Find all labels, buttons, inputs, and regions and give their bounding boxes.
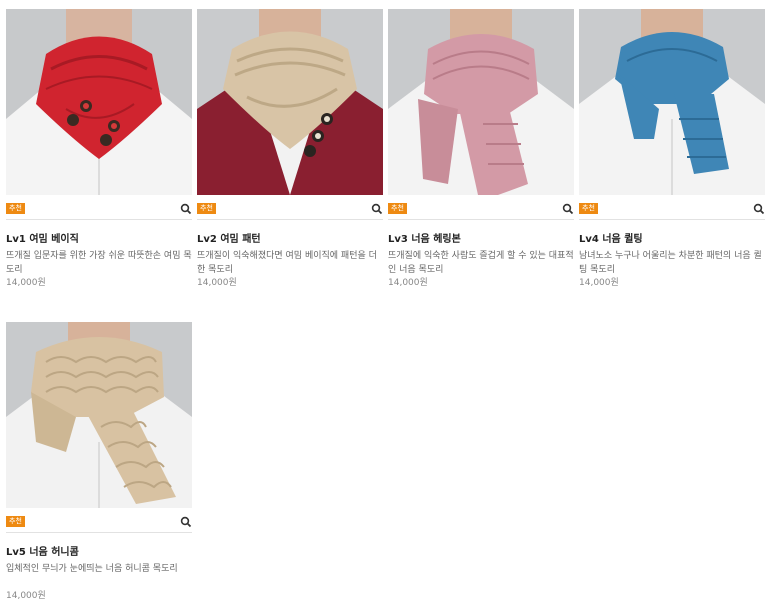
- product-image[interactable]: [579, 9, 765, 195]
- product-price: 14,000원: [6, 278, 46, 288]
- search-icon[interactable]: [180, 516, 192, 528]
- product-image[interactable]: [6, 9, 192, 195]
- product-meta-row: 추천: [197, 199, 383, 220]
- product-description: 남녀노소 누구나 어울리는 차분한 패턴의 너음 퀼팅 목도리: [579, 251, 762, 275]
- product-image[interactable]: [6, 322, 192, 508]
- recommend-badge: 추천: [197, 203, 216, 214]
- product-title[interactable]: Lv2 여밈 패턴: [197, 234, 383, 246]
- scarf-photo-red: [6, 9, 192, 195]
- product-description: 뜨개질에 익숙한 사람도 즐겁게 할 수 있는 대표적인 너음 목도리: [388, 251, 574, 275]
- product-description: 입체적인 무늬가 눈에띄는 너음 허니콤 목도리: [6, 564, 178, 574]
- scarf-photo-blue: [579, 9, 765, 195]
- product-title[interactable]: Lv1 여밈 베이직: [6, 234, 192, 246]
- product-title[interactable]: Lv3 너음 헤링본: [388, 234, 574, 246]
- recommend-badge: 추천: [6, 516, 25, 527]
- product-meta-row: 추천: [579, 199, 765, 220]
- product-price: 14,000원: [197, 278, 237, 288]
- recommend-badge: 추천: [6, 203, 25, 214]
- product-image[interactable]: [388, 9, 574, 195]
- scarf-photo-honeycomb: [6, 322, 192, 508]
- product-meta-row: 추천: [6, 512, 192, 533]
- product-title[interactable]: Lv4 너음 퀼팅: [579, 234, 765, 246]
- search-icon[interactable]: [180, 203, 192, 215]
- product-price: 14,000원: [388, 278, 428, 288]
- product-meta-row: 추천: [6, 199, 192, 220]
- scarf-photo-pink: [388, 9, 574, 195]
- product-description: 뜨개질이 익숙해졌다면 여밈 베이직에 패턴을 더한 목도리: [197, 251, 377, 275]
- recommend-badge: 추천: [579, 203, 598, 214]
- product-image[interactable]: [197, 9, 383, 195]
- scarf-photo-beige: [197, 9, 383, 195]
- product-meta-row: 추천: [388, 199, 574, 220]
- recommend-badge: 추천: [388, 203, 407, 214]
- product-description: 뜨개질 입문자를 위한 가장 쉬운 따뜻한손 여밈 목도리: [6, 251, 192, 275]
- product-price: 14,000원: [6, 591, 46, 601]
- product-price: 14,000원: [579, 278, 619, 288]
- product-title[interactable]: Lv5 너음 허니콤: [6, 547, 192, 559]
- search-icon[interactable]: [371, 203, 383, 215]
- search-icon[interactable]: [753, 203, 765, 215]
- search-icon[interactable]: [562, 203, 574, 215]
